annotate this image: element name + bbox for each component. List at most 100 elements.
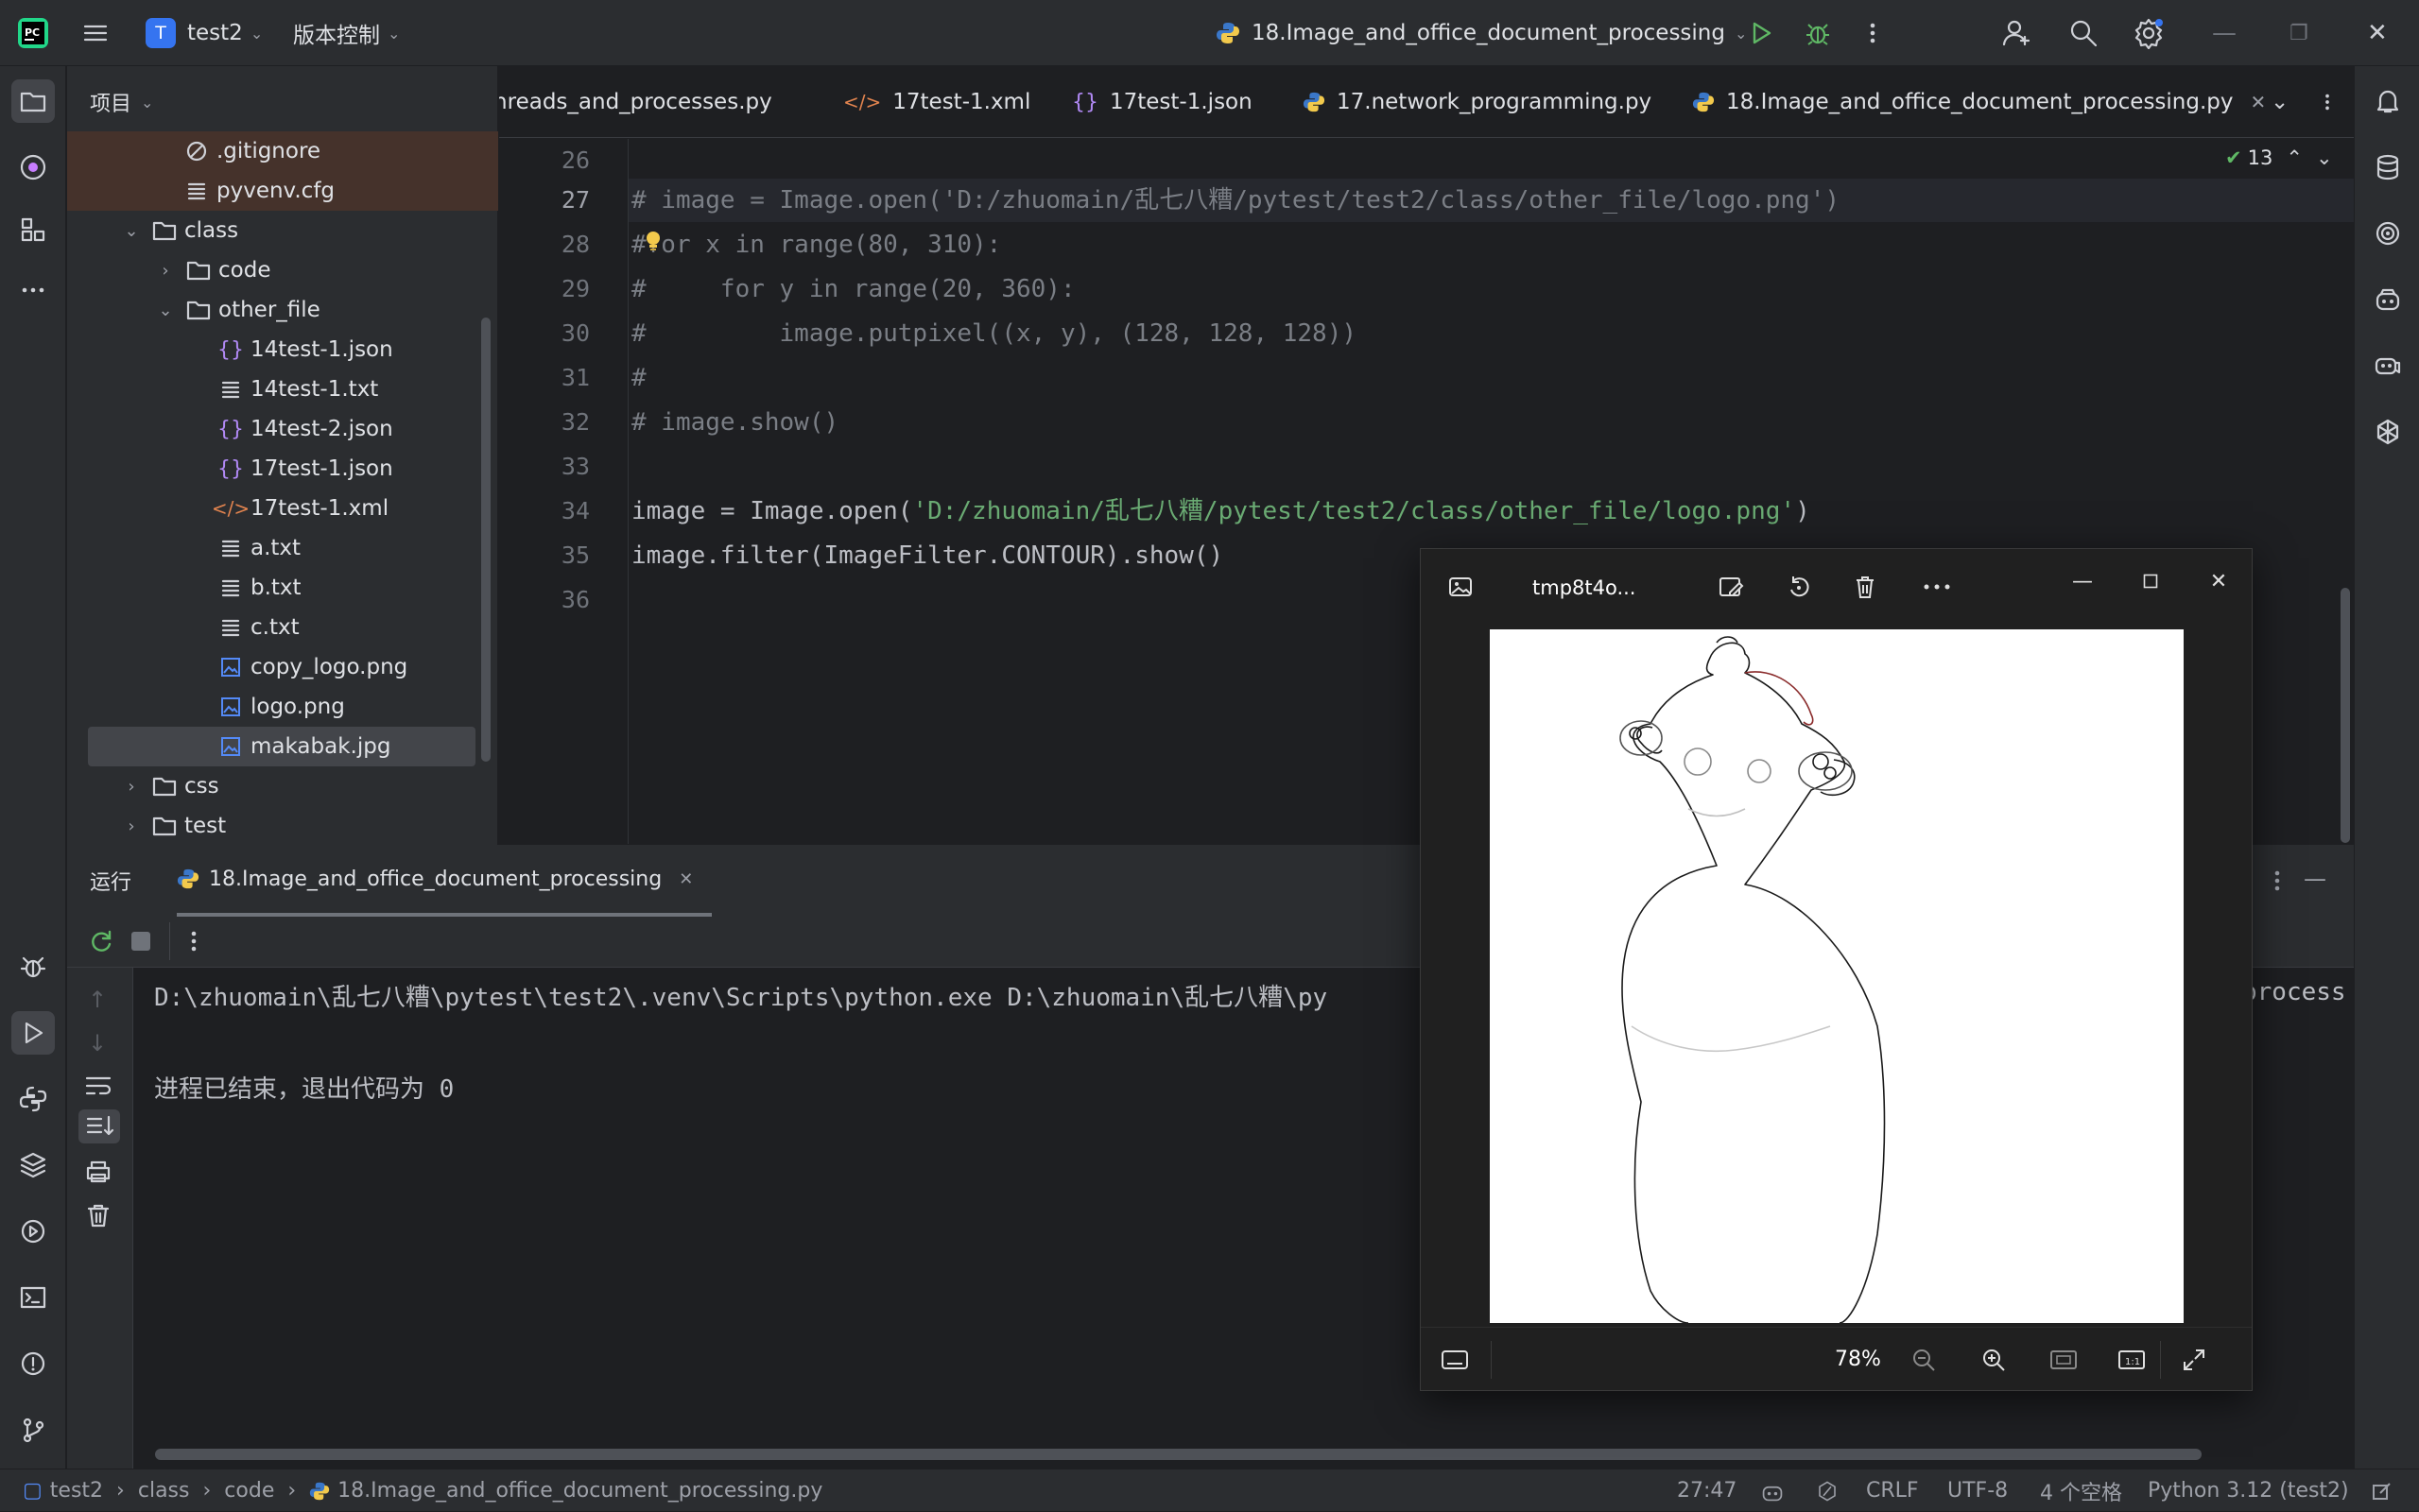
chevron-right-icon[interactable]: › xyxy=(120,816,143,836)
settings-gear-icon[interactable] xyxy=(2133,0,2165,66)
clear-trash-icon[interactable] xyxy=(84,1202,112,1228)
hide-panel-icon[interactable]: — xyxy=(2304,866,2326,892)
close-window-button[interactable]: ✕ xyxy=(2367,0,2388,66)
tree-item-gitignore[interactable]: .gitignore xyxy=(67,131,498,171)
tree-item-file-selected[interactable]: makabak.jpg xyxy=(88,727,475,766)
tree-item-file[interactable]: b.txt xyxy=(67,568,483,608)
run-more-icon[interactable] xyxy=(182,928,205,954)
structure-icon[interactable] xyxy=(11,208,55,251)
line-ending[interactable]: CRLF xyxy=(1866,1469,1919,1512)
project-tool-icon[interactable] xyxy=(11,79,55,123)
arrow-down-icon[interactable]: ↓ xyxy=(88,1030,107,1057)
file-encoding[interactable]: UTF-8 xyxy=(1947,1469,2008,1512)
stop-icon[interactable] xyxy=(131,932,150,951)
copilot-status-icon[interactable] xyxy=(1760,1469,1785,1512)
run-panel-options-icon[interactable] xyxy=(2266,868,2289,894)
main-menu-icon[interactable] xyxy=(81,0,110,66)
chevron-right-icon[interactable]: › xyxy=(120,777,143,797)
viewer-close-button[interactable]: ✕ xyxy=(2200,562,2238,600)
vcs-menu[interactable]: 版本控制 ⌄ xyxy=(293,0,400,66)
chevron-up-icon[interactable]: ⌃ xyxy=(2286,146,2303,169)
breadcrumb-item[interactable]: class xyxy=(138,1479,190,1503)
search-icon[interactable] xyxy=(2068,0,2099,66)
chevron-right-icon[interactable]: › xyxy=(154,261,177,281)
services-icon[interactable] xyxy=(11,1210,55,1253)
tree-item-file[interactable]: logo.png xyxy=(67,687,483,727)
soft-wrap-icon[interactable] xyxy=(84,1074,112,1098)
ai-status-icon[interactable] xyxy=(1815,1469,1840,1512)
chevron-down-icon[interactable]: ⌄ xyxy=(154,301,177,320)
tree-item-css-folder[interactable]: › css xyxy=(67,766,483,806)
actual-size-icon[interactable]: 1:1 xyxy=(2113,1341,2151,1379)
tree-item-file[interactable]: 14test-1.txt xyxy=(67,369,483,409)
indent-setting[interactable]: 4 个空格 xyxy=(2040,1469,2122,1512)
print-icon[interactable] xyxy=(84,1159,112,1185)
copilot-icon[interactable] xyxy=(2366,278,2410,321)
tree-item-code-folder[interactable]: › code xyxy=(67,250,498,290)
edit-image-icon[interactable] xyxy=(1712,568,1750,606)
tab-threads-and-processes[interactable]: Threads_and_processes.py xyxy=(499,66,772,137)
arrow-up-icon[interactable]: ↑ xyxy=(88,987,107,1013)
add-user-icon[interactable] xyxy=(2002,0,2032,66)
tab-17test-1-xml[interactable]: </> 17test-1.xml xyxy=(843,66,1030,137)
delete-icon[interactable] xyxy=(1846,568,1884,606)
more-options-icon[interactable] xyxy=(1918,568,1956,606)
breadcrumb-item[interactable]: 18.Image_and_office_document_processing.… xyxy=(337,1479,822,1503)
tree-item-file[interactable]: </> 17test-1.xml xyxy=(67,489,483,528)
tree-item-file[interactable]: {} 14test-1.json xyxy=(67,330,483,369)
notifications-bell-icon[interactable] xyxy=(2366,79,2410,123)
zoom-out-icon[interactable] xyxy=(1905,1341,1943,1379)
editor-scrollbar[interactable] xyxy=(2341,588,2350,843)
tab-17-network-programming[interactable]: 17.network_programming.py xyxy=(1303,66,1651,137)
debug-tool-icon[interactable] xyxy=(11,945,55,988)
tree-item-class-folder[interactable]: ⌄ class xyxy=(67,211,498,250)
tree-item-other-file-folder[interactable]: ⌄ other_file xyxy=(67,290,498,330)
problems-icon[interactable] xyxy=(11,1342,55,1385)
zoom-in-icon[interactable] xyxy=(1975,1341,2013,1379)
tree-item-file[interactable]: a.txt xyxy=(67,528,483,568)
more-tools-icon[interactable] xyxy=(11,268,55,312)
lightbulb-icon[interactable] xyxy=(645,231,662,255)
debug-button[interactable] xyxy=(1804,0,1832,66)
ai-chat-icon[interactable] xyxy=(2366,212,2410,255)
tree-item-test-folder[interactable]: › test xyxy=(67,806,483,846)
terminal-icon[interactable] xyxy=(11,1276,55,1319)
breadcrumb-item[interactable]: code xyxy=(224,1479,274,1503)
project-scrollbar[interactable] xyxy=(481,318,491,762)
tree-item-file[interactable]: {} 17test-1.json xyxy=(67,449,483,489)
chevron-down-icon[interactable]: ⌄ xyxy=(2316,146,2333,169)
fit-to-window-icon[interactable] xyxy=(2045,1341,2082,1379)
more-actions-icon[interactable] xyxy=(1858,0,1887,66)
zoom-level[interactable]: 78% xyxy=(1835,1328,1881,1391)
viewer-maximize-button[interactable] xyxy=(2132,562,2169,600)
minimize-window-button[interactable]: — xyxy=(2212,0,2237,66)
pycharm-logo-icon[interactable]: PC xyxy=(17,0,49,66)
run-button[interactable] xyxy=(1747,0,1775,66)
restore-window-button[interactable]: ❐ xyxy=(2289,0,2308,66)
chevron-down-icon[interactable]: ⌄ xyxy=(120,221,143,241)
rerun-icon[interactable] xyxy=(88,928,114,954)
python-console-icon[interactable] xyxy=(11,1077,55,1121)
breadcrumb-item[interactable]: test2 xyxy=(50,1479,103,1503)
console-horizontal-scrollbar[interactable] xyxy=(155,1449,2202,1460)
ai-assistant-icon[interactable] xyxy=(11,146,55,189)
project-switcher[interactable]: T test2 ⌄ xyxy=(146,0,263,66)
tree-item-file[interactable]: copy_logo.png xyxy=(67,647,483,687)
tab-18-image-and-office[interactable]: 18.Image_and_office_document_processing.… xyxy=(1692,66,2281,137)
database-icon[interactable] xyxy=(2366,146,2410,189)
run-config-selector[interactable]: 18.Image_and_office_document_processing … xyxy=(1216,0,1747,66)
tab-17test-1-json[interactable]: {} 17test-1.json xyxy=(1072,66,1253,137)
python-packages-icon[interactable] xyxy=(11,1143,55,1187)
tree-item-file[interactable]: c.txt xyxy=(67,608,483,647)
tree-item-file[interactable]: {} 14test-2.json xyxy=(67,409,483,449)
scroll-to-end-icon[interactable] xyxy=(78,1109,120,1143)
run-tab[interactable]: 18.Image_and_office_document_processing … xyxy=(177,845,713,917)
viewer-minimize-button[interactable]: — xyxy=(2064,562,2101,600)
close-tab-icon[interactable]: ✕ xyxy=(2251,91,2267,113)
git-icon[interactable] xyxy=(11,1408,55,1452)
project-panel-header[interactable]: 项目 ⌄ xyxy=(90,66,153,138)
run-tool-icon[interactable] xyxy=(11,1011,55,1055)
caret-position[interactable]: 27:47 xyxy=(1677,1469,1736,1512)
rotate-icon[interactable] xyxy=(1780,568,1818,606)
tab-list-chevron-icon[interactable]: ⌄ xyxy=(2271,66,2289,137)
